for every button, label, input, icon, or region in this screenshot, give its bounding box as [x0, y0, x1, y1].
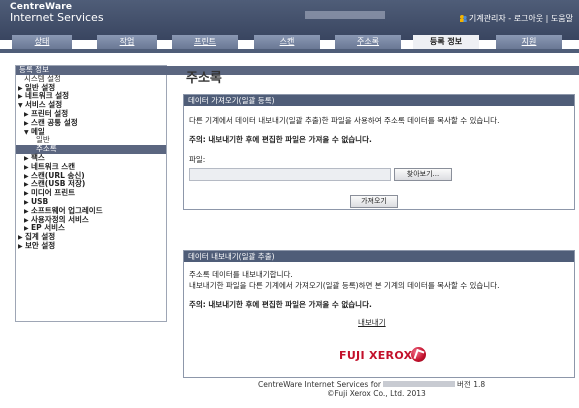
- tab-properties[interactable]: 등록 정보: [413, 35, 479, 49]
- sidebar-item-label: 스캔 공통 설정: [31, 117, 78, 127]
- top-header: CentreWare Internet Services 기계관리자 - 로그아…: [0, 0, 579, 40]
- sidebar-item-label: 미디어 프린트: [31, 188, 76, 198]
- tab-support[interactable]: 지원: [496, 35, 562, 49]
- tab-address-book[interactable]: 주소록: [335, 35, 401, 49]
- import-note: 주의: 내보내기한 후에 편집한 파일은 가져올 수 없습니다.: [189, 135, 372, 144]
- tab-print[interactable]: 프린트: [172, 35, 238, 49]
- sidebar-item-label: 주소록: [36, 144, 57, 154]
- sidebar-item-label: 보안 설정: [25, 240, 56, 250]
- collapsed-arrow-icon: ▶: [18, 242, 23, 250]
- sidebar-item-label: 등록 정보: [19, 65, 49, 74]
- user-menu[interactable]: 기계관리자 - 로그아웃 | 도움말: [459, 13, 573, 24]
- sidebar-item-label: 시스템 설정: [24, 73, 61, 83]
- user-menu-label: 기계관리자 - 로그아웃 | 도움말: [468, 14, 573, 23]
- export-description-2: 내보내기한 파일을 다른 기계에서 가져오기(일괄 등록)하면 본 기계의 데이…: [189, 281, 500, 290]
- export-description-1: 주소록 데이터를 내보내기합니다.: [189, 270, 293, 279]
- import-panel: 데이터 가져오기(일괄 등록) 다른 기계에서 데이터 내보내기(일괄 추출)한…: [183, 94, 575, 210]
- sidebar-item-label: USB: [31, 196, 49, 206]
- sidebar-item-label: 팩스: [31, 152, 45, 162]
- sidebar-item-label: 집계 설정: [25, 232, 56, 242]
- sidebar-item[interactable]: ▶ 보안 설정: [16, 240, 166, 251]
- brand-line2: Internet Services: [10, 11, 104, 24]
- sidebar: 등록 정보설정 메뉴시스템 설정▶일반 설정▶네트워크 설정▼서비스 설정▶프린…: [15, 65, 579, 322]
- user-icon: [459, 15, 467, 22]
- sidebar-item-label: 소프트웨어 업그레이드: [31, 205, 103, 215]
- browse-button[interactable]: 찾아보기...: [394, 168, 452, 181]
- main-tabs: 상태 작업 프린트 스캔 주소록 등록 정보 지원: [0, 35, 579, 49]
- brand-logo: CentreWare Internet Services: [10, 3, 104, 24]
- import-description: 다른 기계에서 데이터 내보내기(일괄 추출)한 파일을 사용하여 주소록 데이…: [189, 116, 500, 125]
- export-panel-header: 데이터 내보내기(일괄 추출): [184, 251, 574, 262]
- footer-product: CentreWare Internet Services for: [258, 380, 382, 389]
- sidebar-item-label: 네트워크 스캔: [31, 161, 76, 171]
- sidebar-item-label: 서비스 설정: [25, 100, 63, 110]
- tab-status[interactable]: 상태: [12, 35, 72, 49]
- sidebar-item-label: 스캔(USB 저장): [31, 179, 86, 189]
- export-link[interactable]: 내보내기: [358, 317, 386, 328]
- footer-copyright: ©Fuji Xerox Co., Ltd. 2013: [327, 389, 426, 398]
- sidebar-item-label: EP 서비스: [31, 223, 65, 233]
- import-panel-header: 데이터 가져오기(일괄 등록): [184, 95, 574, 106]
- expanded-arrow-icon: ▼: [24, 128, 29, 136]
- tab-jobs[interactable]: 작업: [97, 35, 157, 49]
- footer-model-redacted: [383, 381, 456, 387]
- export-note: 주의: 내보내기한 후에 편집한 파일은 가져올 수 없습니다.: [189, 300, 372, 309]
- footer-version-label: 버전 1.8: [457, 380, 486, 389]
- tab-underline: [0, 49, 579, 53]
- file-label: 파일:: [189, 155, 206, 164]
- file-path-input[interactable]: [189, 168, 391, 181]
- import-button[interactable]: 가져오기: [350, 195, 398, 208]
- page-title: 주소록: [186, 71, 222, 86]
- sidebar-item-label: 메일: [31, 126, 45, 136]
- xerox-sphere-icon: [411, 347, 426, 362]
- device-name-redacted: [305, 11, 385, 19]
- tab-scan[interactable]: 스캔: [254, 35, 320, 49]
- fuji-xerox-logo: FUJI XEROX: [339, 349, 413, 362]
- sidebar-item-label: 일반: [36, 135, 50, 145]
- sidebar-item-label: 프린터 설정: [31, 108, 69, 118]
